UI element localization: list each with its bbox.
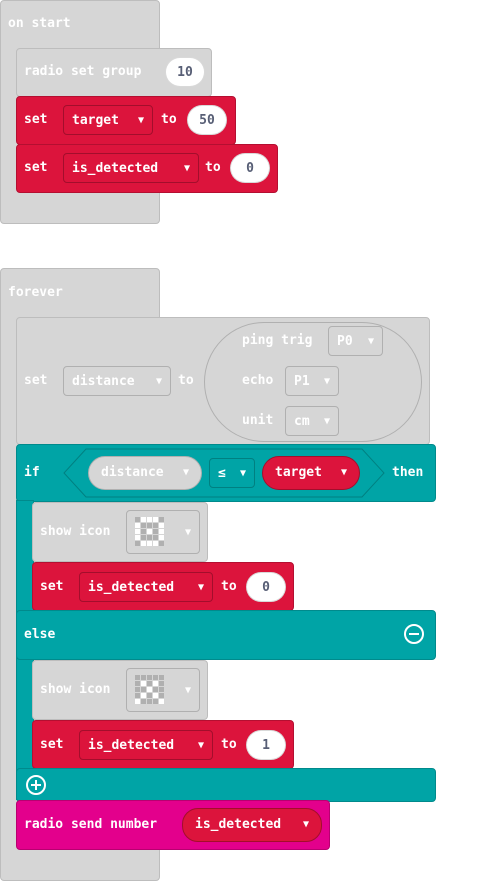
caret-down-icon: ▼ xyxy=(184,685,191,696)
variable-dropdown-is-detected[interactable]: is_detected ▼ xyxy=(182,808,322,842)
caret-down-icon: ▼ xyxy=(137,115,144,126)
variable-name: distance xyxy=(72,374,135,389)
variable-name: is_detected xyxy=(72,161,159,176)
variable-name: target xyxy=(275,465,322,480)
is-detected-value[interactable]: 0 xyxy=(246,572,286,602)
caret-down-icon: ▼ xyxy=(340,467,347,478)
caret-down-icon: ▼ xyxy=(183,163,190,174)
variable-dropdown-distance[interactable]: distance ▼ xyxy=(63,366,171,396)
set-keyword: set xyxy=(24,160,48,175)
echo-label: echo xyxy=(242,373,274,388)
variable-dropdown-is-detected[interactable]: is_detected ▼ xyxy=(79,572,213,602)
to-keyword: to xyxy=(161,112,177,127)
if-keyword: if xyxy=(24,465,40,480)
caret-down-icon: ▼ xyxy=(197,740,204,751)
variable-name: is_detected xyxy=(195,817,282,832)
variable-name: is_detected xyxy=(88,580,175,595)
radio-group-value[interactable]: 10 xyxy=(165,57,205,87)
caret-down-icon: ▼ xyxy=(155,376,162,387)
pin-value: P1 xyxy=(294,374,310,389)
variable-dropdown-is-detected[interactable]: is_detected ▼ xyxy=(63,153,199,183)
led-x-icon xyxy=(135,675,164,704)
set-keyword: set xyxy=(40,579,64,594)
caret-down-icon: ▼ xyxy=(323,376,330,387)
icon-picker-dropdown[interactable]: ▼ xyxy=(126,510,200,554)
caret-down-icon: ▼ xyxy=(302,819,309,830)
unit-dropdown[interactable]: cm ▼ xyxy=(285,406,339,436)
distance-reporter[interactable]: distance ▼ xyxy=(88,456,202,490)
radio-send-number-label: radio send number xyxy=(24,817,158,832)
variable-name: is_detected xyxy=(88,738,175,753)
caret-down-icon: ▼ xyxy=(239,468,246,479)
to-keyword: to xyxy=(178,373,194,388)
show-icon-label: show icon xyxy=(40,524,111,539)
else-keyword: else xyxy=(24,627,56,642)
operator-value: ≤ xyxy=(218,466,226,481)
unit-label: unit xyxy=(242,413,274,428)
unit-value: cm xyxy=(294,414,310,429)
forever-label: forever xyxy=(8,285,63,300)
caret-down-icon: ▼ xyxy=(182,467,189,478)
icon-picker-dropdown[interactable]: ▼ xyxy=(126,668,200,712)
minus-circle-icon[interactable] xyxy=(404,624,424,644)
to-keyword: to xyxy=(221,579,237,594)
if-footer-bar xyxy=(16,768,436,802)
target-value[interactable]: 50 xyxy=(187,105,227,135)
show-icon-label: show icon xyxy=(40,682,111,697)
echo-pin-dropdown[interactable]: P1 ▼ xyxy=(285,366,339,396)
operator-dropdown[interactable]: ≤ ▼ xyxy=(209,458,255,488)
variable-dropdown-is-detected[interactable]: is_detected ▼ xyxy=(79,730,213,760)
then-keyword: then xyxy=(392,465,424,480)
pin-value: P0 xyxy=(337,334,353,349)
ping-trig-label: ping trig xyxy=(242,333,313,348)
trig-pin-dropdown[interactable]: P0 ▼ xyxy=(328,326,383,356)
caret-down-icon: ▼ xyxy=(197,582,204,593)
set-keyword: set xyxy=(24,112,48,127)
to-keyword: to xyxy=(205,160,221,175)
caret-down-icon: ▼ xyxy=(367,336,374,347)
to-keyword: to xyxy=(221,737,237,752)
on-start-label: on start xyxy=(8,16,71,31)
plus-circle-icon[interactable] xyxy=(26,775,46,795)
is-detected-value[interactable]: 0 xyxy=(230,153,270,183)
target-reporter[interactable]: target ▼ xyxy=(262,456,360,490)
else-bar xyxy=(16,610,436,660)
radio-set-group-label: radio set group xyxy=(24,64,142,79)
set-keyword: set xyxy=(40,737,64,752)
variable-name: distance xyxy=(101,465,164,480)
variable-name: target xyxy=(72,113,119,128)
variable-dropdown-target[interactable]: target ▼ xyxy=(63,105,153,135)
caret-down-icon: ▼ xyxy=(184,527,191,538)
set-keyword: set xyxy=(24,373,48,388)
is-detected-value[interactable]: 1 xyxy=(246,730,286,760)
led-check-icon xyxy=(135,517,164,546)
caret-down-icon: ▼ xyxy=(323,416,330,427)
